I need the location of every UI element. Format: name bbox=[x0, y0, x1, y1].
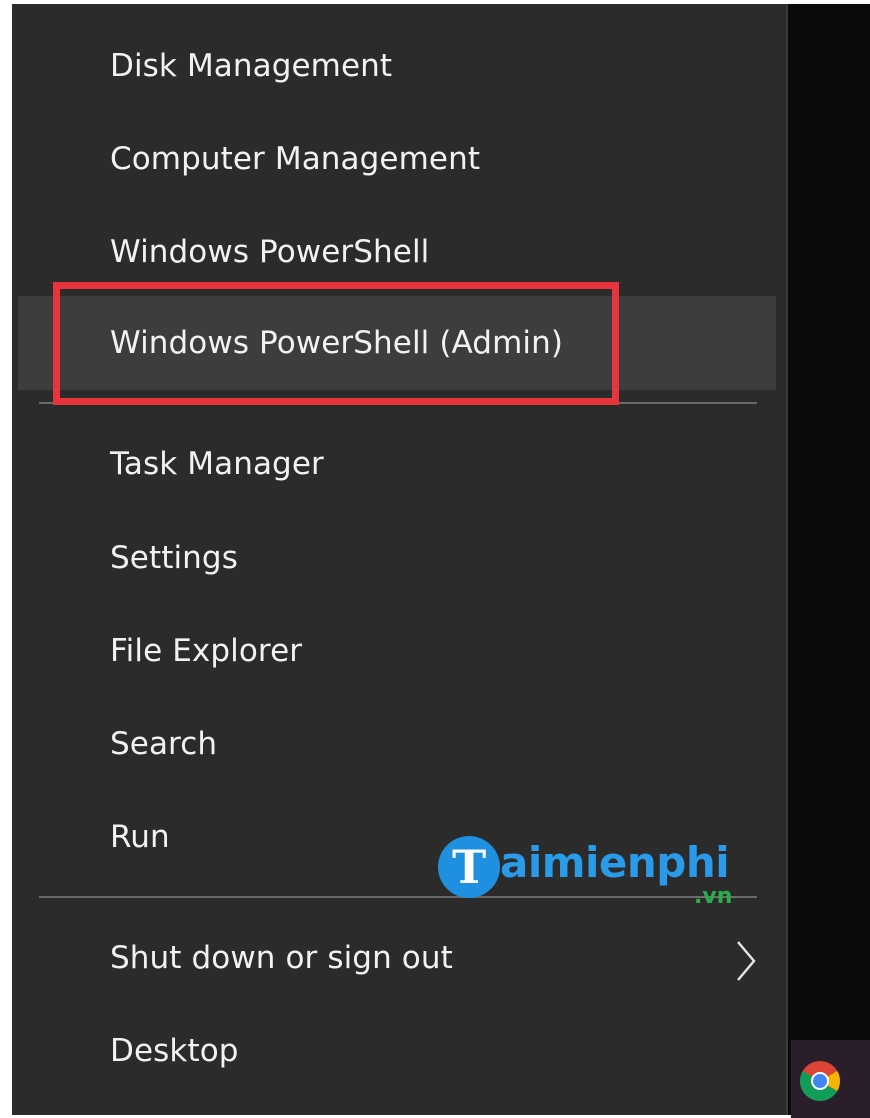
menu-item-label: Run bbox=[110, 819, 170, 855]
menu-item-label: Desktop bbox=[110, 1033, 239, 1069]
menu-item-label: Windows PowerShell bbox=[110, 234, 430, 270]
menu-item-shut-down-or-sign-out[interactable]: Shut down or sign out bbox=[18, 918, 776, 998]
menu-item-computer-management[interactable]: Computer Management bbox=[18, 119, 776, 199]
menu-item-label: Disk Management bbox=[110, 48, 393, 84]
screenshot-stage: Disk Management Computer Management Wind… bbox=[0, 0, 870, 1118]
taimienphi-watermark: T aimienphi .vn bbox=[438, 836, 748, 912]
menu-item-label: Search bbox=[110, 726, 218, 762]
annotation-highlight-box bbox=[53, 282, 619, 405]
menu-item-label: Settings bbox=[110, 540, 238, 576]
menu-item-task-manager[interactable]: Task Manager bbox=[18, 424, 776, 504]
desktop-background bbox=[786, 4, 870, 1115]
watermark-brand-text: aimienphi bbox=[500, 838, 730, 887]
menu-item-file-explorer[interactable]: File Explorer bbox=[18, 611, 776, 691]
menu-item-label: Task Manager bbox=[110, 446, 324, 482]
menu-item-search[interactable]: Search bbox=[18, 704, 776, 784]
menu-item-settings[interactable]: Settings bbox=[18, 518, 776, 598]
menu-item-desktop[interactable]: Desktop bbox=[18, 1011, 776, 1091]
menu-item-disk-management[interactable]: Disk Management bbox=[18, 26, 776, 106]
menu-item-label: Shut down or sign out bbox=[110, 940, 453, 976]
menu-item-windows-powershell[interactable]: Windows PowerShell bbox=[18, 212, 776, 292]
watermark-tld: .vn bbox=[694, 884, 733, 909]
winx-context-menu: Disk Management Computer Management Wind… bbox=[12, 4, 786, 1115]
menu-item-label: File Explorer bbox=[110, 633, 303, 669]
chrome-icon[interactable] bbox=[799, 1060, 841, 1102]
chevron-right-icon[interactable] bbox=[734, 938, 758, 984]
menu-edge bbox=[786, 4, 788, 1115]
watermark-logo-letter: T bbox=[452, 840, 487, 894]
menu-item-label: Computer Management bbox=[110, 141, 481, 177]
